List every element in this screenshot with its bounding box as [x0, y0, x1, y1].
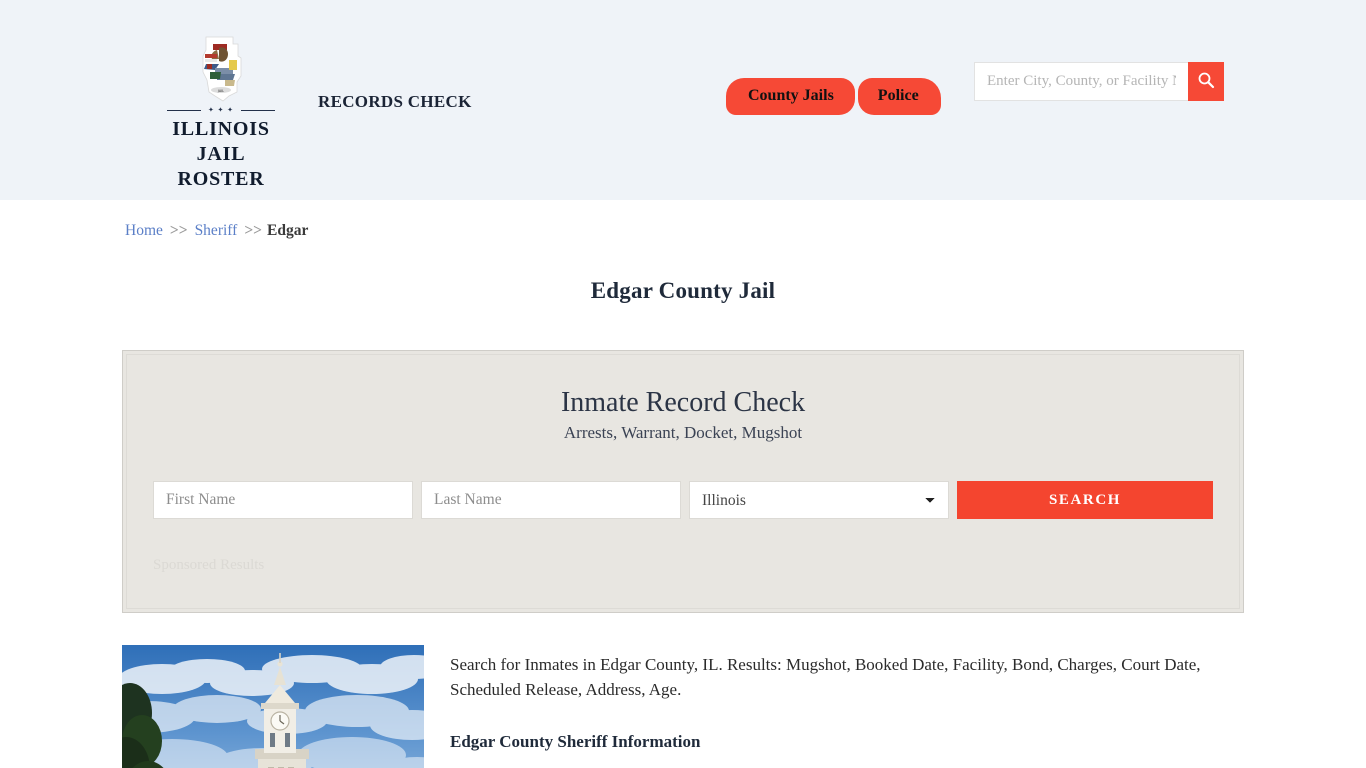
- record-check-form: Illinois SEARCH: [153, 481, 1213, 520]
- sheriff-information-heading: Edgar County Sheriff Information: [450, 732, 701, 752]
- search-input[interactable]: [974, 62, 1188, 101]
- site-header: JAIL ✦ ✦ ✦ ILLINOIS JAIL ROSTER RECORDS …: [0, 0, 1366, 200]
- content-paragraph: Search for Inmates in Edgar County, IL. …: [450, 655, 1201, 699]
- content-section: Search for Inmates in Edgar County, IL. …: [122, 645, 1244, 768]
- logo-divider: ✦ ✦ ✦: [167, 106, 275, 114]
- record-search-button[interactable]: SEARCH: [957, 481, 1213, 520]
- search-icon: [1197, 71, 1215, 92]
- last-name-input[interactable]: [421, 481, 681, 520]
- record-check-title: Inmate Record Check: [560, 387, 806, 418]
- breadcrumb-separator-1: >>: [169, 222, 188, 239]
- first-name-input[interactable]: [153, 481, 413, 520]
- site-logo[interactable]: JAIL ✦ ✦ ✦ ILLINOIS JAIL ROSTER: [156, 36, 286, 192]
- search-submit-button[interactable]: [1188, 62, 1224, 101]
- page-title: Edgar County Jail: [590, 278, 776, 303]
- sponsored-results-label: Sponsored Results: [153, 557, 265, 574]
- primary-nav: County Jails Police: [726, 78, 941, 115]
- nav-police[interactable]: Police: [857, 78, 941, 115]
- breadcrumb: Home >> Sheriff >> Edgar: [123, 200, 1243, 240]
- inmate-record-check-inner: Inmate Record Check Arrests, Warrant, Do…: [126, 354, 1240, 610]
- illinois-state-seal-icon: JAIL: [193, 36, 249, 102]
- breadcrumb-home[interactable]: Home: [125, 222, 163, 239]
- header-inner: JAIL ✦ ✦ ✦ ILLINOIS JAIL ROSTER RECORDS …: [123, 0, 1243, 200]
- breadcrumb-sheriff[interactable]: Sheriff: [195, 222, 238, 239]
- content-copy: Search for Inmates in Edgar County, IL. …: [450, 645, 1244, 768]
- logo-text-line2: JAIL ROSTER: [177, 143, 265, 190]
- header-tagline: RECORDS CHECK: [318, 92, 472, 111]
- inmate-record-check-panel: Inmate Record Check Arrests, Warrant, Do…: [122, 350, 1244, 614]
- svg-text:JAIL: JAIL: [217, 89, 224, 93]
- record-check-subtitle: Arrests, Warrant, Docket, Mugshot: [563, 423, 803, 443]
- breadcrumb-separator-2: >>: [244, 222, 262, 239]
- header-search: [974, 62, 1224, 101]
- courthouse-image[interactable]: [122, 645, 424, 768]
- logo-text-line1: ILLINOIS: [172, 118, 270, 140]
- nav-county-jails[interactable]: County Jails: [726, 78, 855, 115]
- state-select[interactable]: Illinois: [689, 481, 949, 520]
- breadcrumb-current: Edgar: [267, 222, 309, 239]
